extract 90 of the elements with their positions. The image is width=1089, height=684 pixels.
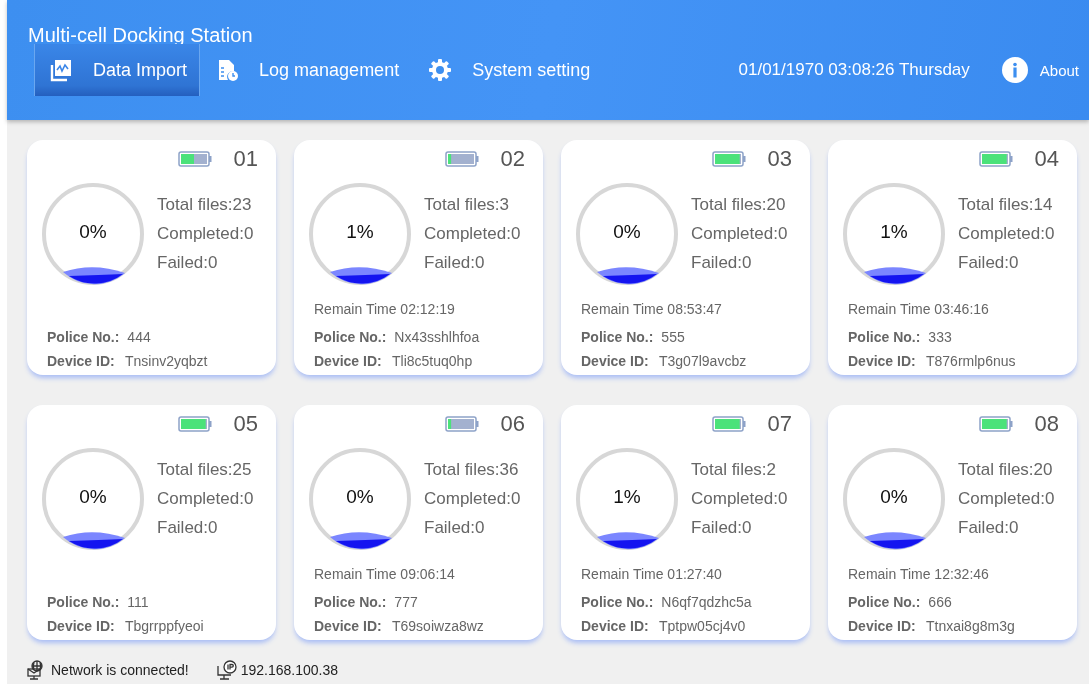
remain-time: Remain Time 08:53:47 — [580, 301, 723, 319]
completed-count: Completed:0 — [424, 489, 521, 509]
police-number: 555 — [661, 329, 685, 345]
progress-percent: 1% — [345, 221, 375, 243]
total-files: Total files:20 — [691, 195, 787, 215]
device-label: Device ID: — [314, 353, 383, 369]
police-label: Police No.: — [314, 594, 387, 610]
total-files: Total files:2 — [691, 460, 778, 480]
total-files: Total files:3 — [424, 195, 511, 215]
progress-percent: 1% — [879, 221, 909, 243]
settings-icon — [428, 58, 453, 82]
nav-tab[interactable]: System setting — [413, 44, 605, 96]
failed-count: Failed:0 — [157, 518, 219, 538]
remain-time: Remain Time 03:46:16 — [847, 301, 990, 319]
completed-count: Completed:0 — [157, 224, 254, 244]
police-label: Police No.: — [47, 594, 120, 610]
device-id: Tbgrrppfyeoi — [125, 618, 204, 634]
device-label: Device ID: — [47, 353, 116, 369]
chart-icon — [49, 58, 73, 82]
failed-count: Failed:0 — [691, 253, 753, 273]
cell-number: 01 — [233, 146, 258, 172]
monitor-ip-icon — [214, 660, 239, 680]
completed-count: Completed:0 — [691, 489, 788, 509]
nav-tab[interactable]: Data Import — [34, 44, 201, 96]
device-id: Tptpw05cj4v0 — [659, 618, 746, 634]
failed-count: Failed:0 — [958, 518, 1020, 538]
police-number: N6qf7qdzhc5a — [661, 594, 752, 610]
police-label: Police No.: — [581, 329, 654, 345]
device-id: Ttnxai8g8m3g — [926, 618, 1015, 634]
device-id: Tli8c5tuq0hp — [392, 353, 473, 369]
cell-number: 08 — [1034, 411, 1059, 437]
nav-tab[interactable]: Log management — [200, 44, 414, 96]
police-label: Police No.: — [47, 329, 120, 345]
failed-count: Failed:0 — [157, 253, 219, 273]
about-button[interactable]: About — [1001, 44, 1089, 96]
cell-number: 03 — [767, 146, 792, 172]
police-number: 666 — [928, 594, 952, 610]
completed-count: Completed:0 — [958, 489, 1055, 509]
police-number: 777 — [394, 594, 418, 610]
progress-percent: 0% — [612, 221, 642, 243]
progress-percent: 0% — [879, 486, 909, 508]
device-id: T876rmlp6nus — [926, 353, 1016, 369]
device-id: T69soiwza8wz — [392, 618, 484, 634]
completed-count: Completed:0 — [958, 224, 1055, 244]
device-id: T3g07l9avcbz — [659, 353, 747, 369]
device-id: Tnsinv2yqbzt — [125, 353, 208, 369]
failed-count: Failed:0 — [424, 518, 486, 538]
police-number: 333 — [928, 329, 952, 345]
police-number: 444 — [127, 329, 151, 345]
police-number: 111 — [127, 594, 149, 610]
police-label: Police No.: — [581, 594, 654, 610]
date-time: 01/01/1970 03:08:26 Thursday — [738, 60, 970, 80]
police-label: Police No.: — [848, 594, 921, 610]
device-label: Device ID: — [47, 618, 116, 634]
completed-count: Completed:0 — [157, 489, 254, 509]
device-label: Device ID: — [314, 618, 383, 634]
total-files: Total files:36 — [424, 460, 520, 480]
window-title: Multi-cell Docking Station — [27, 23, 254, 44]
device-label: Device ID: — [581, 618, 650, 634]
cell-number: 05 — [233, 411, 258, 437]
remain-time: Remain Time 09:06:14 — [313, 566, 456, 584]
progress-percent: 1% — [612, 486, 642, 508]
failed-count: Failed:0 — [691, 518, 753, 538]
police-label: Police No.: — [848, 329, 921, 345]
device-label: Device ID: — [581, 353, 650, 369]
cell-number: 06 — [500, 411, 525, 437]
remain-time: Remain Time 02:12:19 — [313, 301, 456, 319]
total-files: Total files:20 — [958, 460, 1054, 480]
total-files: Total files:25 — [157, 460, 253, 480]
total-files: Total files:23 — [157, 195, 253, 215]
device-label: Device ID: — [848, 353, 917, 369]
device-label: Device ID: — [848, 618, 917, 634]
cell-number: 02 — [500, 146, 525, 172]
cell-number: 07 — [767, 411, 792, 437]
completed-count: Completed:0 — [424, 224, 521, 244]
cell-number: 04 — [1034, 146, 1059, 172]
police-number: Nx43sshlhfoa — [394, 329, 480, 345]
progress-percent: 0% — [345, 486, 375, 508]
info-icon — [1001, 57, 1028, 83]
police-label: Police No.: — [314, 329, 387, 345]
network-status: Network is connected! — [51, 662, 189, 678]
progress-percent: 0% — [78, 486, 108, 508]
failed-count: Failed:0 — [424, 253, 486, 273]
remain-time: Remain Time 01:27:40 — [580, 566, 723, 584]
failed-count: Failed:0 — [958, 253, 1020, 273]
completed-count: Completed:0 — [691, 224, 788, 244]
progress-percent: 0% — [78, 221, 108, 243]
total-files: Total files:14 — [958, 195, 1054, 215]
remain-time: Remain Time 12:32:46 — [847, 566, 990, 584]
ip-address: 192.168.100.38 — [240, 662, 339, 678]
